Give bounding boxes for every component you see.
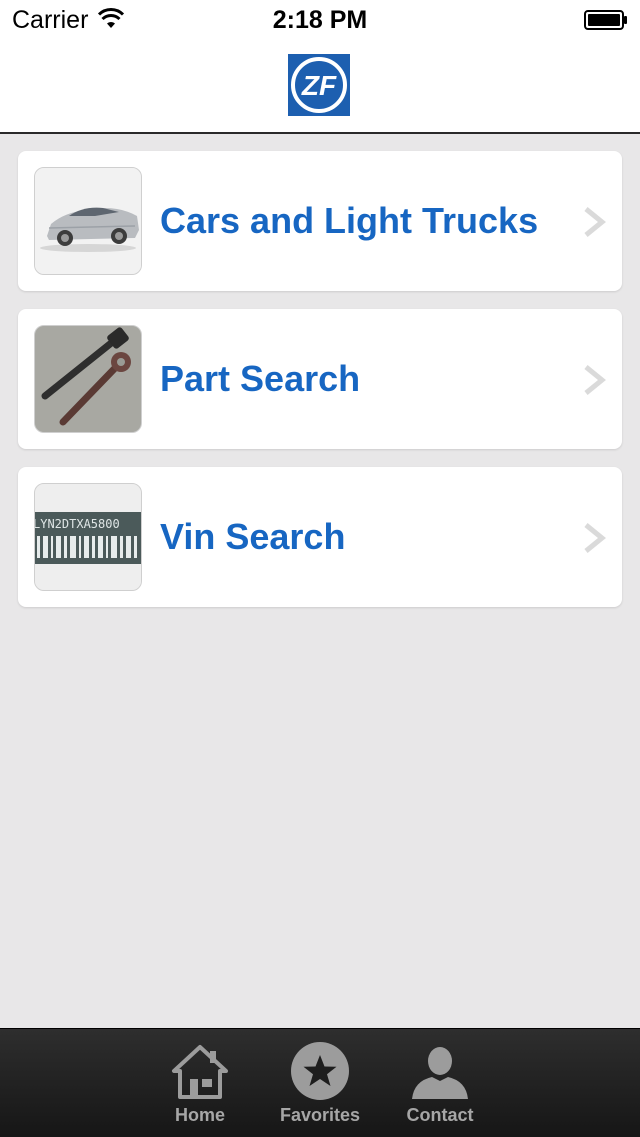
zf-logo: ZF [288,54,350,116]
chevron-right-icon [584,365,606,395]
chevron-right-icon [584,207,606,237]
tab-label: Favorites [279,1105,361,1125]
home-icon [172,1045,228,1099]
status-time: 2:18 PM [272,6,368,34]
tab-contact[interactable]: Contact [380,1029,500,1137]
status-bar: Carrier 2:18 PM [0,0,640,40]
star-icon [291,1042,349,1100]
wrench-thumbnail [34,325,142,433]
chevron-right-icon [584,523,606,553]
vin-barcode-thumbnail: LYN2DTXA5800 [34,483,142,591]
tab-label: Home [174,1105,225,1125]
vin-text: LYN2DTXA5800 [35,517,120,531]
tab-favorites[interactable]: Favorites [260,1029,380,1137]
car-thumbnail [34,167,142,275]
person-icon [412,1047,468,1099]
menu-item-label: Vin Search [160,516,346,557]
menu-item-part-search[interactable]: Part Search [18,309,622,449]
tab-home[interactable]: Home [140,1029,260,1137]
navigation-bar: ZF [0,40,640,134]
menu-item-label: Cars and Light Trucks [160,200,539,241]
battery-icon [584,10,627,30]
menu-item-label: Part Search [160,358,361,399]
tab-label: Contact [406,1105,474,1125]
menu-list: Cars and Light Trucks Part Search LYN2DT… [18,151,622,625]
menu-item-vin-search[interactable]: LYN2DTXA5800 Vin Search [18,467,622,607]
svg-text:ZF: ZF [301,70,337,101]
zf-logo-mark: ZF [288,54,350,116]
tab-bar: Home Favorites Contact [0,1028,640,1137]
menu-item-cars-and-light-trucks[interactable]: Cars and Light Trucks [18,151,622,291]
